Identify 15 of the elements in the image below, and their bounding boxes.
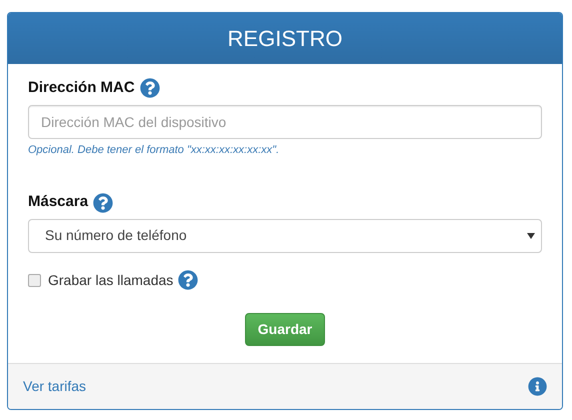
help-icon[interactable] [93,192,114,212]
mask-select[interactable]: Su número de teléfono [28,218,542,252]
help-icon[interactable] [140,78,160,98]
help-icon[interactable] [178,270,198,290]
panel-title: REGISTRO [228,25,342,53]
field-hint: Opcional. Debe tener el formato "xx:xx:xx:xx:xx:xx". [28,143,280,158]
caret-icon [527,232,535,238]
field-label: Máscara [28,192,88,212]
mac-address-field[interactable]: Dirección MAC del dispositivo [28,105,542,139]
save-button[interactable]: Guardar [244,312,326,346]
rates-link[interactable]: Ver tarifas [23,376,86,397]
record-calls-checkbox[interactable] [28,274,41,286]
info-icon[interactable] [528,377,547,396]
field-label: Dirección MAC [28,78,135,98]
checkbox-label: Grabar las llamadas [48,270,174,290]
